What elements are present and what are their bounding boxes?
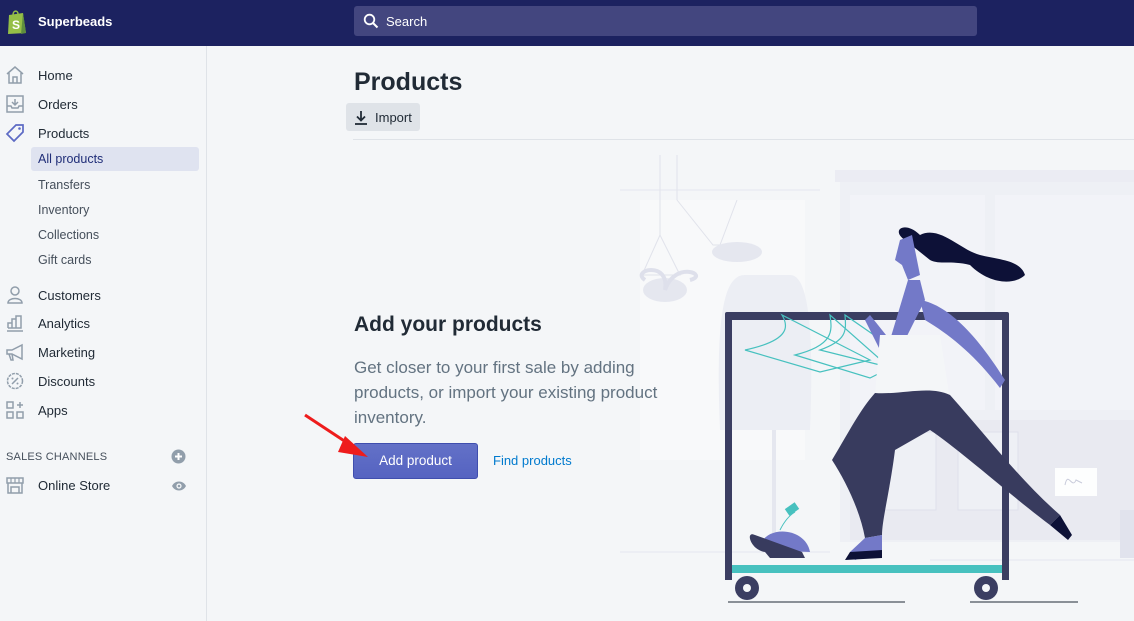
- sidebar-item-marketing[interactable]: Marketing: [0, 339, 200, 365]
- import-button[interactable]: Import: [346, 103, 420, 131]
- sidebar-subitem-gift-cards[interactable]: Gift cards: [31, 248, 199, 272]
- sidebar-item-analytics[interactable]: Analytics: [0, 310, 200, 336]
- search-input[interactable]: Search: [354, 6, 977, 36]
- subitem-label: Transfers: [38, 178, 91, 192]
- person-icon: [7, 286, 23, 304]
- search-placeholder: Search: [386, 14, 428, 29]
- sidebar-item-home[interactable]: Home: [0, 62, 200, 88]
- sidebar-subitem-inventory[interactable]: Inventory: [31, 198, 199, 222]
- sidebar-item-label: Customers: [38, 287, 101, 303]
- add-sales-channel-icon[interactable]: [171, 449, 186, 464]
- svg-text:S: S: [12, 18, 20, 32]
- page-title: Products: [354, 68, 463, 96]
- sidebar-item-label: Products: [38, 125, 90, 141]
- sidebar-item-label: Marketing: [38, 344, 96, 360]
- red-annotation-arrow-icon: [304, 413, 368, 457]
- sidebar-item-products[interactable]: Products: [0, 120, 200, 146]
- shopify-bag-icon[interactable]: S: [6, 9, 28, 35]
- sidebar-item-label: Apps: [38, 402, 68, 418]
- tag-icon: [5, 124, 24, 143]
- sidebar-item-online-store[interactable]: Online Store: [0, 472, 200, 498]
- sidebar-item-label: Online Store: [38, 477, 111, 493]
- sidebar-item-label: Analytics: [38, 315, 91, 331]
- bar-chart-icon: [7, 315, 23, 332]
- megaphone-icon: [6, 343, 23, 361]
- sidebar-item-label: Home: [38, 67, 73, 83]
- subitem-label: Gift cards: [38, 253, 92, 267]
- home-icon: [6, 66, 24, 84]
- sidebar-item-apps[interactable]: Apps: [0, 397, 200, 423]
- sales-channels-heading: SALES CHANNELS: [6, 451, 108, 463]
- store-icon: [6, 477, 24, 494]
- import-label: Import: [375, 110, 412, 125]
- sidebar-subitem-collections[interactable]: Collections: [31, 223, 199, 247]
- sidebar-item-customers[interactable]: Customers: [0, 282, 200, 308]
- subitem-label: Collections: [38, 228, 100, 242]
- sidebar-subitem-transfers[interactable]: Transfers: [31, 173, 199, 197]
- eye-icon[interactable]: [171, 479, 187, 493]
- sidebar-item-label: Discounts: [38, 373, 96, 389]
- sidebar-item-label: Orders: [38, 96, 78, 112]
- discount-badge-icon: [6, 372, 24, 390]
- subitem-label: Inventory: [38, 203, 90, 217]
- empty-state-illustration: [620, 155, 1134, 603]
- empty-state-description: Get closer to your first sale by adding …: [354, 358, 658, 427]
- orders-inbox-icon: [6, 95, 24, 113]
- download-icon: [355, 111, 367, 125]
- store-name[interactable]: Superbeads: [38, 14, 112, 29]
- apps-grid-icon: [6, 401, 24, 419]
- find-products-link[interactable]: Find products: [493, 453, 572, 468]
- sidebar: Home Orders Products All products Transf…: [0, 46, 207, 621]
- turtle-figure: [749, 502, 810, 558]
- sidebar-subitem-all-products[interactable]: All products: [31, 147, 199, 171]
- search-icon: [363, 13, 379, 29]
- top-bar: S Superbeads Search: [0, 0, 1134, 46]
- empty-state-title: Add your products: [354, 313, 542, 336]
- sidebar-item-orders[interactable]: Orders: [0, 91, 200, 117]
- subitem-label: All products: [38, 152, 104, 166]
- sidebar-item-discounts[interactable]: Discounts: [0, 368, 200, 394]
